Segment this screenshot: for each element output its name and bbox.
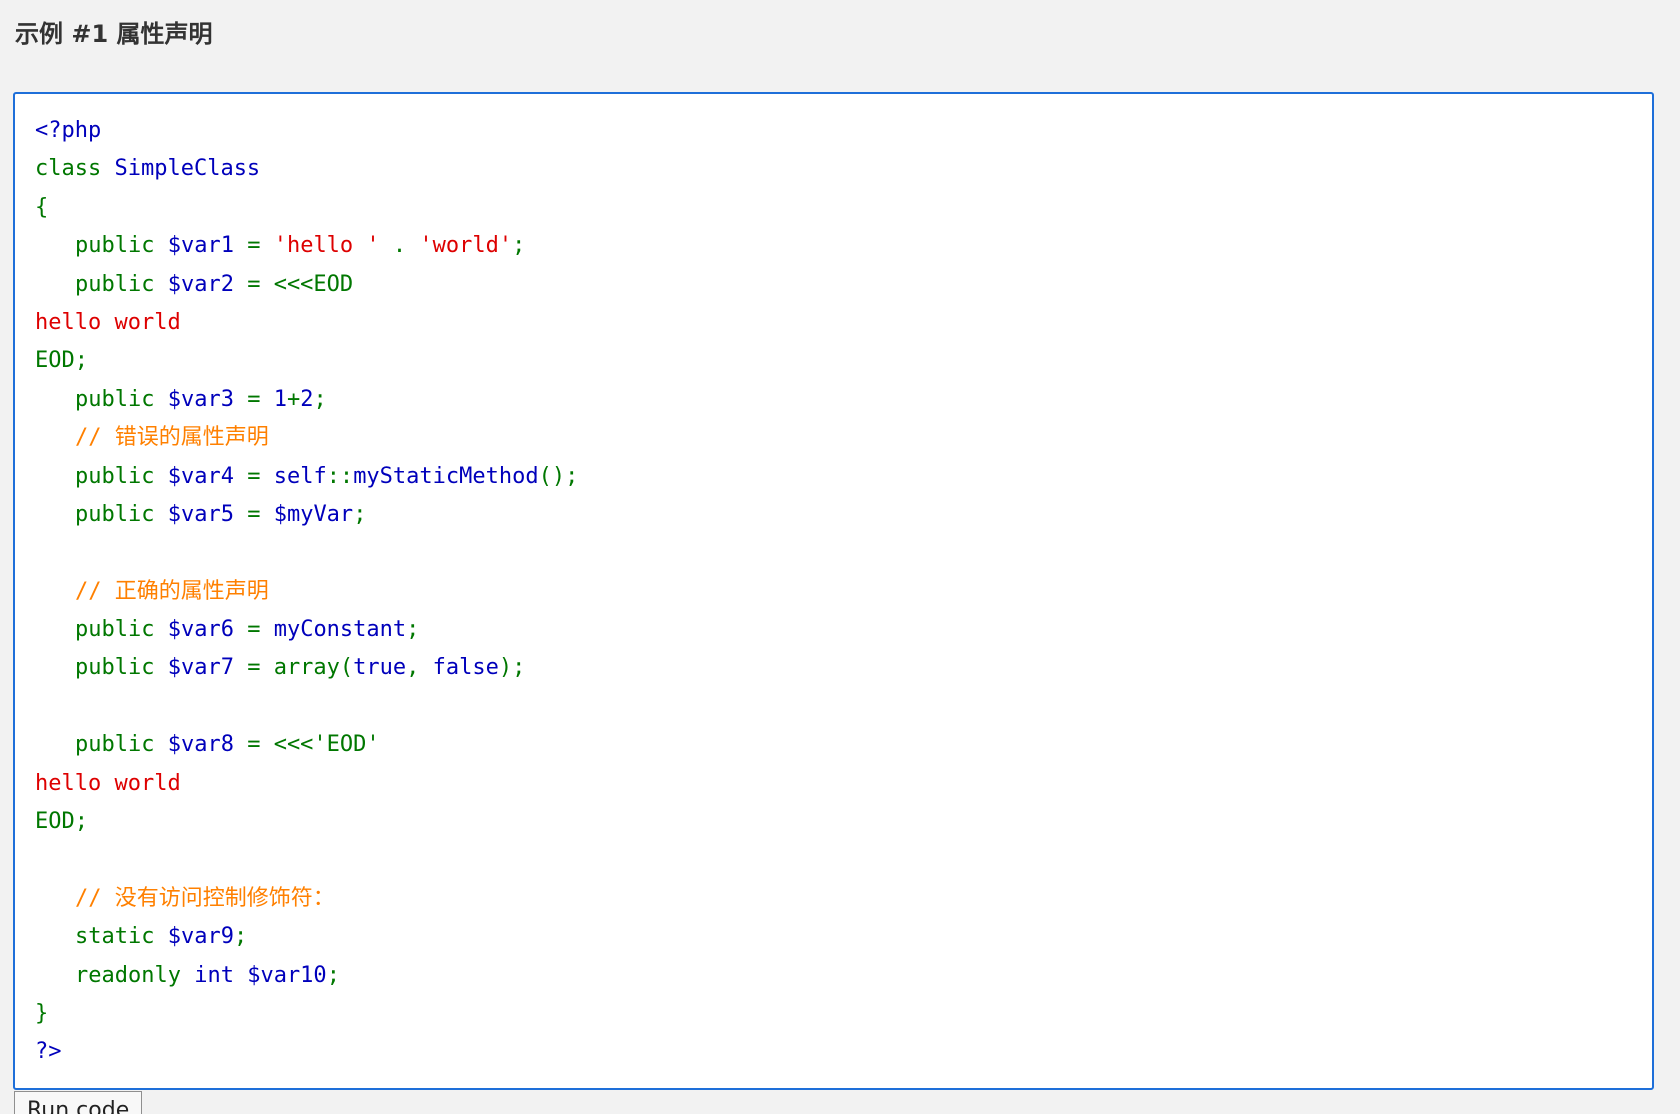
code-token: public <box>75 463 168 489</box>
code-token: $var4 <box>167 463 248 489</box>
code-token: = <box>247 617 274 643</box>
code-token: public <box>75 271 168 297</box>
code-token: <?php <box>35 118 102 143</box>
code-token: :: <box>326 463 354 489</box>
code-token: ?> <box>35 1039 62 1065</box>
code-line: hello world <box>35 304 578 342</box>
code-token: $var1 <box>167 233 248 259</box>
code-line: <?php <box>35 112 578 150</box>
code-token: EOD; <box>35 809 88 835</box>
code-token: $var3 <box>167 386 248 412</box>
code-line: class SimpleClass <box>35 150 578 188</box>
code-token: readonly <box>75 962 195 988</box>
code-line: public $var5 = $myVar; <box>35 496 578 534</box>
code-token: (); <box>538 463 579 489</box>
code-line: // 没有访问控制修饰符： <box>35 880 578 918</box>
code-token: = <<<'EOD' <box>247 732 380 758</box>
code-line: public $var6 = myConstant; <box>35 611 578 649</box>
code-token: hello world <box>35 309 181 335</box>
code-token: $var5 <box>167 501 248 527</box>
code-token: { <box>35 194 49 220</box>
example-title: 示例 #1 属性声明 <box>15 20 213 48</box>
code-token: ; <box>233 924 248 950</box>
code-token: ; <box>353 501 367 527</box>
code-line: EOD; <box>35 342 578 380</box>
code-token: true <box>353 655 407 681</box>
code-token: $var2 <box>167 271 248 297</box>
code-token: = array( <box>247 655 354 681</box>
code-token: = <box>247 386 274 412</box>
code-token: myConstant <box>273 617 407 643</box>
code-line: public $var2 = <<<EOD <box>35 266 578 304</box>
code-token: public <box>75 617 168 643</box>
code-token: $var7 <box>167 655 248 681</box>
code-token: $var8 <box>167 732 248 758</box>
code-token: public <box>75 501 168 527</box>
php-example-page: 示例 #1 属性声明 <?php class SimpleClass { public… <box>0 0 1680 1114</box>
code-line: EOD; <box>35 803 578 841</box>
code-token: static <box>75 924 168 950</box>
code-token: public <box>75 233 168 259</box>
code-token: EOD; <box>35 348 88 374</box>
code-line: // 错误的属性声明 <box>35 419 578 457</box>
code-token: ; <box>326 962 340 988</box>
code-token: // 正确的属性声明 <box>75 578 269 604</box>
code-line: public $var4 = self::myStaticMethod(); <box>35 458 578 496</box>
code-line: public $var8 = <<<'EOD' <box>35 726 578 764</box>
code-token: $var6 <box>167 617 248 643</box>
code-token: myStaticMethod <box>353 463 539 489</box>
code-line: public $var3 = 1+2; <box>35 381 578 419</box>
code-line: ?> <box>35 1033 578 1071</box>
code-token: public <box>75 386 168 412</box>
code-token: public <box>75 732 168 758</box>
code-token: . <box>392 233 420 259</box>
code-token: int <box>194 962 248 988</box>
code-line: public $var1 = 'hello ' . 'world'; <box>35 227 578 265</box>
php-code: <?php class SimpleClass { public $var1 = 'h… <box>35 112 578 1072</box>
code-token: $myVar <box>273 501 354 527</box>
code-token: 1 <box>273 386 287 412</box>
code-line: } <box>35 995 578 1033</box>
code-token: , <box>406 655 433 681</box>
code-token: } <box>35 1000 49 1026</box>
code-token: $var9 <box>167 924 234 950</box>
code-line: hello world <box>35 765 578 803</box>
code-token: // 没有访问控制修饰符： <box>75 885 335 911</box>
code-token: ; <box>512 233 526 259</box>
code-line: { <box>35 189 578 227</box>
code-token: ; <box>313 386 327 412</box>
code-line: // 正确的属性声明 <box>35 573 578 611</box>
code-token: = <box>247 233 274 259</box>
code-token: self <box>273 463 327 489</box>
run-code-button[interactable]: Run code <box>14 1091 143 1114</box>
code-token: = <box>247 501 274 527</box>
code-token: ; <box>406 617 420 643</box>
code-token: = <box>247 463 274 489</box>
code-token: class <box>35 156 115 182</box>
code-token: // 错误的属性声明 <box>75 425 269 451</box>
code-token: SimpleClass <box>114 156 261 182</box>
code-token: public <box>75 655 168 681</box>
code-token: ); <box>498 655 526 681</box>
code-token: 2 <box>300 386 314 412</box>
code-line: static $var9; <box>35 918 578 956</box>
code-token: hello world <box>35 770 181 796</box>
code-token: + <box>286 386 301 412</box>
code-block[interactable]: <?php class SimpleClass { public $var1 = 'h… <box>13 92 1654 1090</box>
code-token: $var10 <box>247 962 327 988</box>
code-token: 'hello ' <box>273 233 393 259</box>
code-token: 'world' <box>419 233 513 259</box>
code-token: false <box>432 655 499 681</box>
code-line: public $var7 = array(true, false); <box>35 649 578 687</box>
code-line: readonly int $var10; <box>35 957 578 995</box>
code-token: = <<<EOD <box>247 271 354 297</box>
